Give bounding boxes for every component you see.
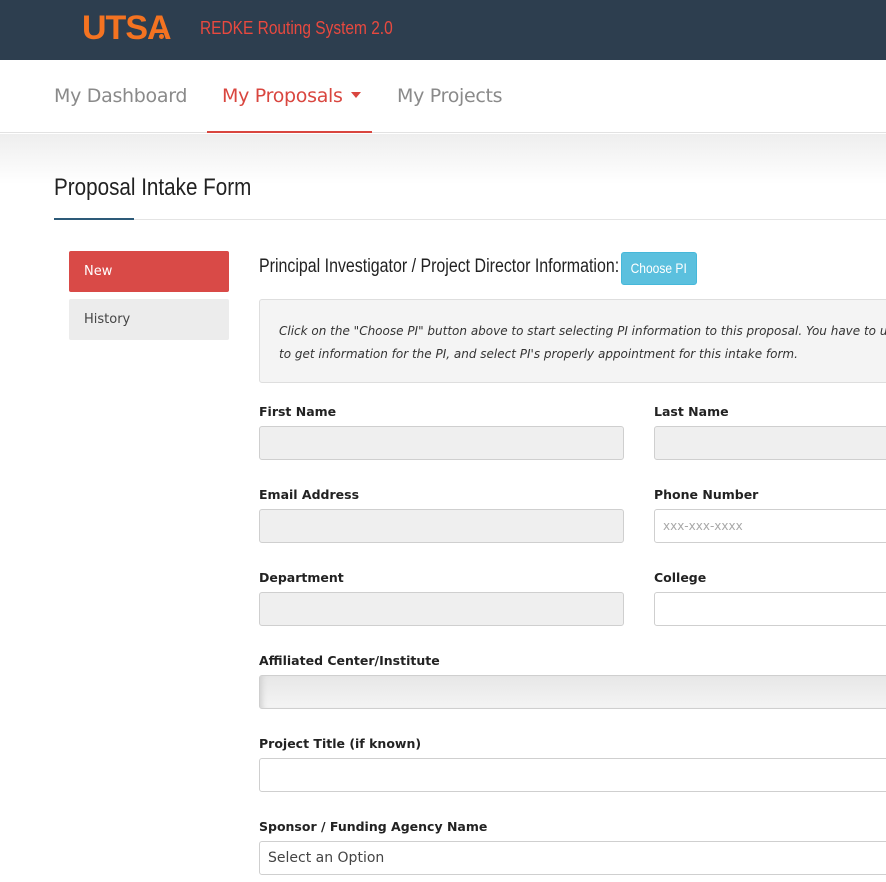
last-name-field[interactable] xyxy=(654,426,886,460)
project-title-field[interactable] xyxy=(259,758,886,792)
email-field[interactable] xyxy=(259,509,624,543)
sidebar-item-new[interactable]: New xyxy=(69,251,229,292)
nav-my-dashboard-label: My Dashboard xyxy=(54,85,188,107)
nav-my-proposals[interactable]: My Proposals xyxy=(207,60,372,133)
top-bar: UTSA REDKE Routing System 2.0 xyxy=(0,0,886,60)
affiliated-center-field[interactable] xyxy=(259,675,886,709)
pi-info-line-2: to get information for the PI, and selec… xyxy=(279,347,798,361)
first-name-field[interactable] xyxy=(259,426,624,460)
pi-info-line-1: Click on the "Choose PI" button above to… xyxy=(279,324,886,338)
nav-my-proposals-label: My Proposals xyxy=(222,85,343,107)
first-name-label: First Name xyxy=(259,404,337,419)
page-title: Proposal Intake Form xyxy=(54,174,252,201)
sidebar-item-history[interactable]: History xyxy=(69,299,229,340)
college-label: College xyxy=(654,570,707,585)
project-title-label: Project Title (if known) xyxy=(259,736,422,751)
sponsor-label: Sponsor / Funding Agency Name xyxy=(259,819,488,834)
nav-my-projects-label: My Projects xyxy=(397,85,503,107)
app-title[interactable]: REDKE Routing System 2.0 xyxy=(200,16,393,40)
college-field[interactable] xyxy=(654,592,886,626)
caret-down-icon xyxy=(350,91,361,98)
last-name-label: Last Name xyxy=(654,404,729,419)
main-nav: My Dashboard My Proposals My Projects xyxy=(0,60,886,133)
title-divider xyxy=(54,219,886,220)
email-label: Email Address xyxy=(259,487,360,502)
phone-field[interactable] xyxy=(654,509,886,543)
utsa-logo[interactable]: UTSA xyxy=(82,10,172,46)
title-divider-accent xyxy=(54,218,134,220)
sponsor-select[interactable]: Select an Option xyxy=(259,841,886,875)
sidebar-item-history-label: History xyxy=(84,312,131,327)
choose-pi-button[interactable]: Choose PI xyxy=(621,252,697,285)
choose-pi-button-label: Choose PI xyxy=(630,260,688,276)
nav-my-projects[interactable]: My Projects xyxy=(397,60,503,133)
logo-dot xyxy=(159,34,164,39)
phone-label: Phone Number xyxy=(654,487,759,502)
department-label: Department xyxy=(259,570,344,585)
affiliated-center-label: Affiliated Center/Institute xyxy=(259,653,440,668)
pi-section-heading: Principal Investigator / Project Directo… xyxy=(259,256,620,277)
department-field[interactable] xyxy=(259,592,624,626)
pi-info-box: Click on the "Choose PI" button above to… xyxy=(259,299,886,383)
sponsor-select-value: Select an Option xyxy=(268,850,385,866)
nav-my-dashboard[interactable]: My Dashboard xyxy=(54,60,187,133)
sidebar-item-new-label: New xyxy=(84,264,113,279)
